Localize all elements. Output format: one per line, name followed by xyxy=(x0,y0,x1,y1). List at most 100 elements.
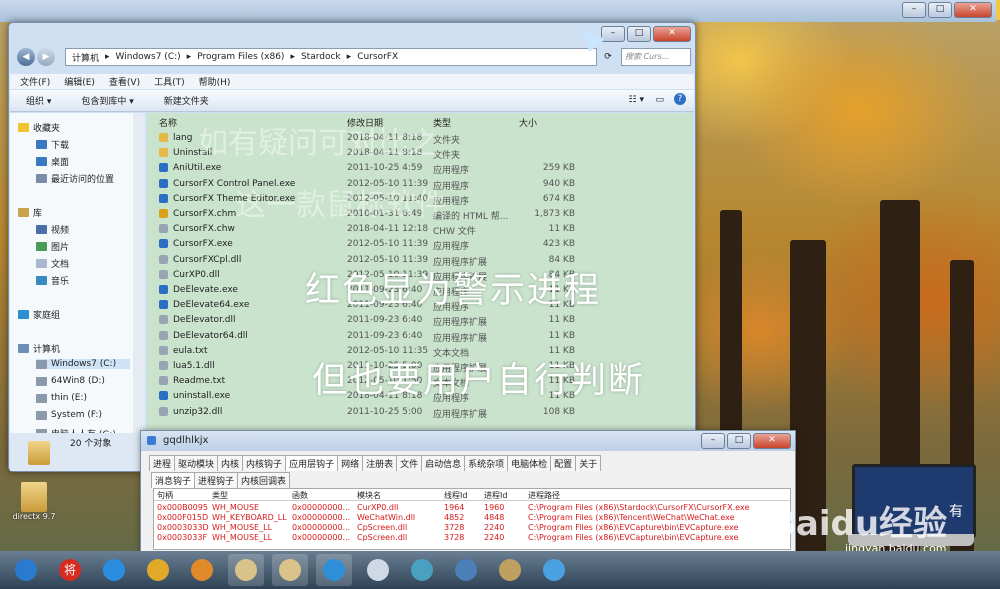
organize-button[interactable]: 组织 ▾ xyxy=(26,94,51,107)
column-header[interactable]: 类型 xyxy=(212,490,228,501)
nav-scrollbar[interactable] xyxy=(133,113,145,433)
close-button[interactable]: ✕ xyxy=(954,2,992,18)
file-row[interactable]: DeElevator.dll 2011-09-23 6:40 应用程序扩展 11 KB xyxy=(147,313,693,328)
maximize-button[interactable]: □ xyxy=(627,26,651,42)
column-header[interactable]: 线程Id xyxy=(444,490,467,501)
back-button[interactable]: ◀ xyxy=(17,48,35,66)
column-header[interactable]: 模块名 xyxy=(357,490,381,501)
file-row[interactable]: unzip32.dll 2011-10-25 5:00 应用程序扩展 108 KB xyxy=(147,405,693,420)
column-header[interactable]: 进程Id xyxy=(484,490,507,501)
address-segment[interactable]: 计算机 xyxy=(72,51,99,64)
taskbar-ie[interactable] xyxy=(96,554,132,586)
gq-tab[interactable]: 内核钩子 xyxy=(242,455,287,471)
menu-tools[interactable]: 工具(T) xyxy=(154,75,185,88)
address-segment[interactable]: Windows7 (C:) xyxy=(116,52,181,62)
file-row[interactable]: AniUtil.exe 2011-10-25 4:59 应用程序 259 KB xyxy=(147,161,693,176)
taskbar-document[interactable] xyxy=(360,554,396,586)
address-segment[interactable]: Stardock xyxy=(301,52,341,62)
close-button[interactable]: ✕ xyxy=(753,433,791,449)
nav-item[interactable]: 计算机 xyxy=(18,342,60,355)
menu-help[interactable]: 帮助(H) xyxy=(199,75,231,88)
column-header[interactable]: 句柄 xyxy=(157,490,173,501)
column-header[interactable]: 函数 xyxy=(292,490,308,501)
nav-item[interactable]: thin (E:) xyxy=(36,393,87,403)
taskbar-network[interactable] xyxy=(536,554,572,586)
nav-item[interactable]: 文档 xyxy=(36,257,69,270)
address-segment[interactable]: CursorFX xyxy=(357,52,398,62)
taskbar-media-player[interactable] xyxy=(184,554,220,586)
gq-subtab[interactable]: 内核回调表 xyxy=(237,472,291,488)
file-type: 应用程序扩展 xyxy=(433,318,488,329)
include-in-library-button[interactable]: 包含到库中 ▾ xyxy=(81,94,133,107)
nav-item[interactable]: 64Win8 (D:) xyxy=(36,376,105,386)
desktop-icon-directx[interactable]: directx 9.7 xyxy=(12,482,56,532)
taskbar-monitor[interactable] xyxy=(448,554,484,586)
folder-icon xyxy=(159,148,168,158)
taskbar-explorer[interactable] xyxy=(228,554,264,586)
address-bar[interactable]: 计算机 ▸ Windows7 (C:) ▸ Program Files (x86) ▸… xyxy=(65,48,597,66)
gq-tab[interactable]: 进程 xyxy=(149,455,176,471)
nav-item[interactable]: 音乐 xyxy=(36,274,69,287)
taskbar-antivirus[interactable]: 将 xyxy=(52,554,88,586)
gq-tab[interactable]: 驱动模块 xyxy=(174,455,219,471)
search-input[interactable]: 搜索 Curs... xyxy=(621,48,691,66)
taskbar-browser[interactable] xyxy=(316,554,352,586)
menu-view[interactable]: 查看(V) xyxy=(109,75,140,88)
table-row[interactable]: 0x0003033D WH_MOUSE_LL 0x00000000... CpScre… xyxy=(154,523,790,533)
nav-item[interactable]: 下载 xyxy=(36,138,69,151)
nav-item[interactable]: 收藏夹 xyxy=(18,121,60,134)
help-icon[interactable]: ? xyxy=(674,93,686,105)
nav-item[interactable]: 图片 xyxy=(36,240,69,253)
table-row[interactable]: 0x000B0095 WH_MOUSE 0x00000000... CurXP0.dl… xyxy=(154,503,790,513)
taskbar-paint[interactable] xyxy=(492,554,528,586)
nav-item[interactable]: System (F:) xyxy=(36,410,102,420)
nav-item[interactable]: 最近访问的位置 xyxy=(36,172,114,185)
gq-tab[interactable]: 应用层钩子 xyxy=(285,455,339,471)
view-options-icon[interactable]: ☷ ▾ xyxy=(629,95,644,105)
taskbar-fan[interactable] xyxy=(404,554,440,586)
new-folder-button[interactable]: 新建文件夹 xyxy=(164,94,209,107)
taskbar-chrome[interactable] xyxy=(140,554,176,586)
minimize-button[interactable]: – xyxy=(601,26,625,42)
explorer-icon xyxy=(235,559,257,581)
nav-item[interactable]: 视频 xyxy=(36,223,69,236)
column-size[interactable]: 大小 xyxy=(519,116,537,129)
table-row[interactable]: 0x0003033F WH_MOUSE_LL 0x00000000... CpScre… xyxy=(154,533,790,543)
taskbar-start-orb[interactable] xyxy=(8,554,44,586)
gq-tab[interactable]: 文件 xyxy=(396,455,423,471)
address-segment[interactable]: Program Files (x86) xyxy=(197,52,284,62)
gq-tab[interactable]: 网络 xyxy=(337,455,364,471)
gq-tab[interactable]: 配置 xyxy=(550,455,577,471)
file-row[interactable]: CursorFX.chw 2018-04-11 12:18 CHW 文件 11 KB xyxy=(147,222,693,237)
gq-tab[interactable]: 启动信息 xyxy=(421,455,466,471)
preview-pane-icon[interactable]: ▭ xyxy=(655,95,664,105)
file-row[interactable]: DeElevator64.dll 2011-09-23 6:40 应用程序扩展 11 … xyxy=(147,329,693,344)
menu-file[interactable]: 文件(F) xyxy=(20,75,50,88)
nav-item[interactable]: 家庭组 xyxy=(18,308,60,321)
minimize-button[interactable]: – xyxy=(701,433,725,449)
document-icon xyxy=(36,259,47,268)
gq-tab[interactable]: 关于 xyxy=(575,455,602,471)
forward-button[interactable]: ▶ xyxy=(37,48,55,66)
nav-item[interactable]: 桌面 xyxy=(36,155,69,168)
taskbar-folder[interactable] xyxy=(272,554,308,586)
nav-item[interactable]: Windows7 (C:) xyxy=(36,359,130,369)
file-row[interactable]: CursorFX.exe 2012-05-10 11:39 应用程序 423 KB xyxy=(147,237,693,252)
gq-subtab[interactable]: 消息钩子 xyxy=(151,472,196,488)
file-name: CursorFX.exe xyxy=(173,239,233,250)
refresh-icon[interactable]: ⟳ xyxy=(599,48,617,66)
column-name[interactable]: 名称 xyxy=(159,116,177,129)
menu-edit[interactable]: 编辑(E) xyxy=(64,75,95,88)
gq-tab[interactable]: 系统杂项 xyxy=(464,455,509,471)
nav-item[interactable]: 库 xyxy=(18,206,42,219)
gq-tab[interactable]: 内核 xyxy=(217,455,244,471)
gq-subtab[interactable]: 进程钩子 xyxy=(194,472,239,488)
minimize-button[interactable]: – xyxy=(902,2,926,18)
maximize-button[interactable]: □ xyxy=(928,2,952,18)
maximize-button[interactable]: □ xyxy=(727,433,751,449)
column-header[interactable]: 进程路径 xyxy=(528,490,560,501)
gq-tab[interactable]: 注册表 xyxy=(362,455,398,471)
close-button[interactable]: ✕ xyxy=(653,26,691,42)
gq-tab[interactable]: 电脑体检 xyxy=(507,455,552,471)
table-row[interactable]: 0x000F015D WH_KEYBOARD_LL 0x00000000... WeC… xyxy=(154,513,790,523)
